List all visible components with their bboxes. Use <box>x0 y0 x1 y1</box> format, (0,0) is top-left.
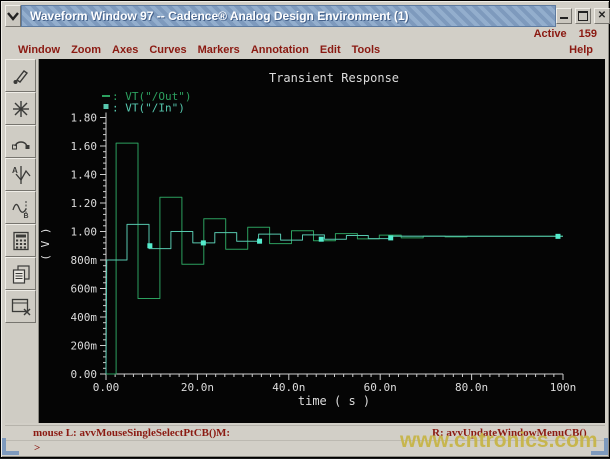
toolbar: AB <box>5 59 39 423</box>
watermark-text: www.cntronics.com <box>400 429 600 453</box>
subwindow-delete-icon <box>8 294 34 320</box>
menu-item-annotation[interactable]: Annotation <box>251 44 309 56</box>
brush-button[interactable] <box>5 59 36 92</box>
arc-markers-icon <box>8 129 34 155</box>
subwindow-delete-button[interactable] <box>5 290 36 323</box>
menu-item-edit[interactable]: Edit <box>320 44 341 56</box>
close-icon: ✕ <box>598 11 606 21</box>
menu-item-curves[interactable]: Curves <box>149 44 186 56</box>
maximize-icon <box>578 11 588 21</box>
window-controls: ✕ <box>556 5 610 27</box>
brush-icon <box>8 63 34 89</box>
menu-item-markers[interactable]: Markers <box>198 44 240 56</box>
zoom-star-button[interactable] <box>5 92 36 125</box>
zoom-star-icon <box>8 96 34 122</box>
close-button[interactable]: ✕ <box>594 8 610 24</box>
menu-item-zoom[interactable]: Zoom <box>71 44 101 56</box>
titlebar-row: Waveform Window 97 -- Cadence® Analog De… <box>5 5 605 27</box>
waveform-window: Waveform Window 97 -- Cadence® Analog De… <box>0 0 610 458</box>
copy-window-icon <box>8 261 34 287</box>
window-menu-button[interactable] <box>5 5 21 27</box>
menu-item-axes[interactable]: Axes <box>112 44 138 56</box>
waveform-b-button[interactable]: B <box>5 191 36 224</box>
active-status-row: Active 159 <box>5 27 605 41</box>
command-prompt: > <box>34 442 40 454</box>
minimize-button[interactable] <box>556 8 572 24</box>
calculator-icon <box>8 228 34 254</box>
menubar: Window Zoom Axes Curves Markers Annotation Edi… <box>5 41 605 59</box>
plot-canvas[interactable] <box>39 59 605 423</box>
mouse-middle-binding: M: <box>216 427 230 439</box>
titlebar[interactable]: Waveform Window 97 -- Cadence® Analog De… <box>21 5 556 27</box>
menu-item-tools[interactable]: Tools <box>352 44 381 56</box>
vertical-marker-a-button[interactable]: A <box>5 158 36 191</box>
copy-window-button[interactable] <box>5 257 36 290</box>
active-count: 159 <box>579 28 597 40</box>
minimize-icon <box>560 14 568 19</box>
mouse-left-binding: mouse L: avvMouseSingleSelectPtCB() <box>33 427 216 439</box>
calculator-button[interactable] <box>5 224 36 257</box>
chevron-down-icon <box>6 10 20 22</box>
menu-item-help[interactable]: Help <box>569 44 605 56</box>
menu-item-window[interactable]: Window <box>18 44 60 56</box>
active-label: Active <box>534 28 567 40</box>
svg-text:B: B <box>23 213 28 220</box>
waveform-b-icon: B <box>8 195 34 221</box>
resize-corner-bottom-left[interactable] <box>2 438 19 455</box>
svg-text:A: A <box>12 166 18 175</box>
window-title: Waveform Window 97 -- Cadence® Analog De… <box>30 9 409 23</box>
vertical-marker-a-icon: A <box>8 162 34 188</box>
maximize-button[interactable] <box>575 8 591 24</box>
arc-markers-button[interactable] <box>5 125 36 158</box>
